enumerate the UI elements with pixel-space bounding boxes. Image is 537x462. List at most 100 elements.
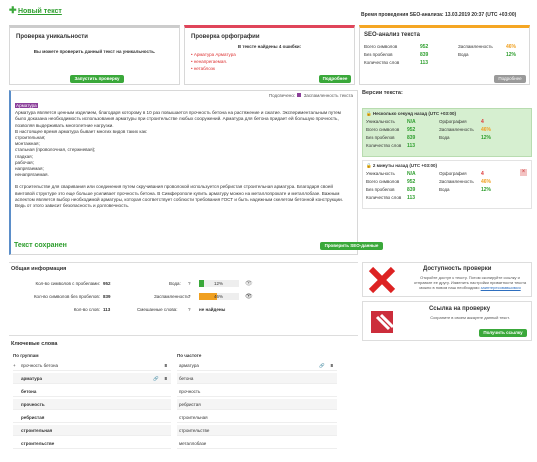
version-value: 113 xyxy=(407,143,416,149)
delete-version-icon[interactable]: × xyxy=(520,169,527,176)
keywords-section: Ключевые слова По группам По частоте + пр… xyxy=(9,335,358,462)
seo-value: 113 xyxy=(420,60,429,66)
seo-panel: SEO-анализ текста Всего символов 952 Зас… xyxy=(359,25,530,85)
legend-label: Подсвечено: xyxy=(268,93,296,98)
version-value: 12% xyxy=(481,187,492,193)
lock-icon: 🔒 xyxy=(366,111,373,116)
keyword-row[interactable]: строительстве xyxy=(177,425,337,436)
link-icon xyxy=(371,311,395,333)
keyword-word: бетона xyxy=(179,376,194,381)
uniqueness-title: Проверка уникальности xyxy=(16,34,88,40)
keyword-row[interactable]: строительная xyxy=(177,412,337,423)
eye-icon[interactable]: 👁 xyxy=(245,293,253,300)
freq-list: арматура 🔗 8 бетона прочность ребристая ст… xyxy=(177,360,337,462)
spelling-panel: Проверка орфографии В тексте найдены 4 о… xyxy=(184,25,355,85)
keyword-row[interactable]: ребристая xyxy=(13,412,171,423)
version-item[interactable]: 🔒 2 минуты назад (UTC +03:00) Уникальнос… xyxy=(362,160,532,209)
version-value: N/A xyxy=(407,171,416,177)
report-link-panel: Ссылка на проверку Сохраните в своем акк… xyxy=(362,301,532,341)
pin-icon[interactable]: 🔗 xyxy=(153,376,159,382)
mixed-value: не найдены xyxy=(199,307,226,312)
version-value: 952 xyxy=(407,127,416,133)
version-value: 952 xyxy=(407,179,416,185)
spelling-details-button[interactable]: Подробнее xyxy=(319,75,351,83)
keyword-word: строительная xyxy=(21,428,53,433)
keyword-row[interactable]: строительная xyxy=(13,425,171,436)
mixed-label: Смешанные слова: xyxy=(137,307,178,312)
water-label: Вода: xyxy=(169,281,181,286)
seo-value: 12% xyxy=(506,52,517,58)
version-value: 46% xyxy=(481,179,492,185)
keyword-row[interactable]: бетона xyxy=(13,386,171,397)
seo-value: 839 xyxy=(420,52,429,58)
keyword-row[interactable]: арматура 🔗 8 xyxy=(177,360,337,371)
seo-label: Всего символов xyxy=(364,44,398,49)
keyword-word: строительстве xyxy=(179,428,210,433)
check-seo-button[interactable]: Проверить SEO-данные xyxy=(320,242,383,250)
version-value: N/A xyxy=(407,119,416,125)
keyword-word: арматура xyxy=(179,363,199,368)
version-label: Орфография xyxy=(439,171,467,176)
keyword-word: прочность xyxy=(179,389,201,394)
seo-details-button[interactable]: Подробнее xyxy=(494,75,526,83)
version-time: 🔒 Несколько секунд назад (UTC +03:00) xyxy=(366,111,456,117)
keyword-word: строительная xyxy=(179,415,208,420)
version-value: 4 xyxy=(481,119,484,125)
water-help-icon[interactable]: ? xyxy=(188,281,191,286)
keyword-row[interactable]: бетона xyxy=(177,373,337,384)
get-link-button[interactable]: Получить ссылку xyxy=(479,329,527,337)
nospace-label: Кол-во символов без пробелов: xyxy=(33,294,100,299)
eye-icon[interactable]: 👁 xyxy=(245,280,253,287)
spam-label: Заспамленность: xyxy=(154,294,191,299)
version-item[interactable]: 🔒 Несколько секунд назад (UTC +03:00) Ун… xyxy=(362,108,532,157)
words-label: Кол-во слов: xyxy=(73,307,100,312)
keyword-row[interactable]: + прочность бетона 8 xyxy=(13,360,171,371)
version-label: Количество слов xyxy=(366,195,402,200)
keyword-row[interactable]: строительстве xyxy=(13,438,171,449)
pin-icon[interactable]: 🔗 xyxy=(319,363,325,369)
spam-value: 46% xyxy=(214,294,224,299)
keyword-word: ребристая xyxy=(21,415,45,420)
keyword-count: 8 xyxy=(330,363,333,368)
version-value: 839 xyxy=(407,135,416,141)
version-label: Уникальность xyxy=(366,119,395,124)
keyword-word: металлобазе xyxy=(179,441,207,446)
access-link[interactable]: заинтересовавшимся xyxy=(481,285,521,290)
legend-item: Заспамленность текста xyxy=(303,93,353,98)
new-text-link[interactable]: ✚ Новый текст xyxy=(9,5,62,16)
saved-status: Текст сохранен xyxy=(14,242,67,249)
versions-title: Версии текста: xyxy=(362,90,403,96)
keyword-row[interactable]: прочность xyxy=(13,399,171,410)
keyword-row[interactable]: металлобазе xyxy=(177,438,337,449)
general-info: Общая информация Кол-во символов с пробе… xyxy=(9,262,358,322)
seo-time: Время проведения SEO-анализа: 13.03.2019… xyxy=(361,12,517,18)
nospace-value: 839 xyxy=(103,294,111,299)
spam-help-icon[interactable]: ? xyxy=(188,294,191,299)
text-paragraph: Арматура является ценным изделием, благо… xyxy=(15,110,341,128)
highlight-legend: Подсвечено: Заспамленность текста xyxy=(269,93,353,98)
keyword-row[interactable]: прочность xyxy=(177,386,337,397)
version-label: Без пробелов xyxy=(366,135,395,140)
keyword-row[interactable]: арматура 🔗 8 xyxy=(13,373,171,384)
chars-value: 952 xyxy=(103,281,111,286)
report-link-desc: Сохраните в своем аккаунте данный текст. xyxy=(430,315,510,320)
text-paragraph: В строительстве для сваривания или соеди… xyxy=(15,184,343,209)
keyword-word: ребристая xyxy=(179,402,201,407)
lock-icon: 🔒 xyxy=(366,163,373,168)
highlighted-word: Арматура xyxy=(15,103,38,108)
version-time: 🔒 2 минуты назад (UTC +03:00) xyxy=(366,163,437,169)
groups-header: По группам xyxy=(13,353,39,358)
seo-label: Количество слов xyxy=(364,60,400,65)
mixed-help-icon[interactable]: ? xyxy=(188,307,191,312)
report-link-title: Ссылка на проверку xyxy=(429,306,491,312)
start-uniqueness-button[interactable]: Запустить проверку xyxy=(70,75,124,83)
text-paragraph: Арматура xyxy=(15,103,351,109)
keyword-row[interactable]: ребристая xyxy=(177,399,337,410)
seo-label: Заспамленность xyxy=(458,44,493,49)
version-value: 113 xyxy=(407,195,416,201)
general-title: Общая информация xyxy=(11,266,67,272)
access-panel: Доступность проверки Откройте доступ к т… xyxy=(362,262,532,297)
version-value: 4 xyxy=(481,171,484,177)
spelling-error: • нетаблоэк xyxy=(191,66,215,71)
text-editor[interactable]: Подсвечено: Заспамленность текста Армату… xyxy=(9,90,358,255)
